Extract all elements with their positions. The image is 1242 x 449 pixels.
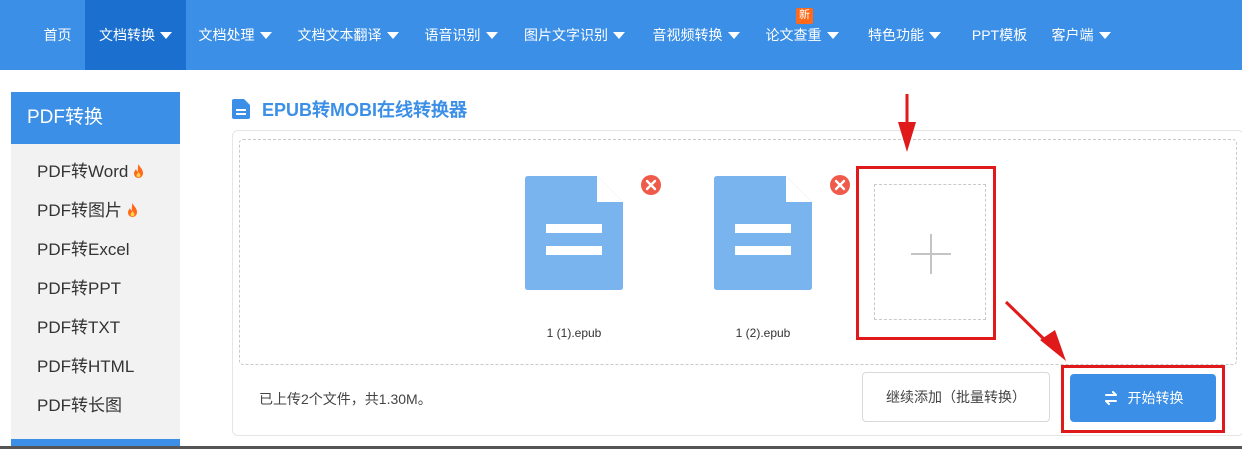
page-title-row: EPUB转MOBI在线转换器	[232, 96, 467, 122]
nav-item-label: 图片文字识别	[524, 27, 608, 43]
flame-icon	[128, 203, 137, 217]
nav-item[interactable]: PPT模板	[958, 0, 1041, 70]
nav-item[interactable]: 首页	[30, 0, 85, 70]
nav-item-label: 音视频转换	[652, 27, 723, 43]
caret-down-icon	[1098, 31, 1111, 39]
dropzone[interactable]: 1 (1).epub 1 (2).epub	[239, 139, 1237, 365]
nav-item[interactable]: 文档文本翻译	[284, 0, 412, 70]
sidebar-item[interactable]: PDF转长图	[11, 386, 180, 425]
continue-add-button[interactable]: 继续添加（批量转换）	[862, 372, 1050, 422]
sidebar-item-label: PDF转PPT	[37, 279, 122, 298]
new-badge: 新	[796, 8, 814, 24]
nav-item[interactable]: 文档转换	[85, 0, 186, 70]
flame-icon	[134, 164, 144, 178]
nav-item-label: PPT模板	[971, 27, 1028, 43]
document-icon	[232, 99, 250, 119]
nav-item[interactable]: 音视频转换	[639, 0, 753, 70]
file-name: 1 (1).epub	[546, 326, 602, 340]
caret-down-icon	[259, 31, 272, 39]
file-name: 1 (2).epub	[735, 326, 791, 340]
nav-item-label: 文档文本翻译	[297, 27, 382, 43]
file-item: 1 (2).epub	[714, 176, 812, 340]
sidebar-list: PDF转Word PDF转图片 PDF转Excel PDF转PPT PDF转TXT PDF…	[11, 144, 180, 425]
nav-item[interactable]: 论文查重 新	[753, 0, 851, 70]
add-file-button[interactable]	[874, 184, 986, 320]
nav-item-label: 语音识别	[424, 27, 481, 43]
caret-down-icon	[826, 31, 839, 39]
nav-item[interactable]: 客户端	[1041, 0, 1121, 70]
sidebar-item[interactable]: PDF转TXT	[11, 308, 180, 347]
caret-down-icon	[485, 31, 498, 39]
sidebar-item-label: PDF转TXT	[37, 318, 121, 337]
sidebar-item[interactable]: PDF转PPT	[11, 269, 180, 308]
caret-down-icon	[160, 31, 172, 39]
start-convert-button[interactable]: 开始转换	[1070, 374, 1216, 422]
nav-item-label: 文档转换	[99, 27, 155, 43]
sidebar-item[interactable]: PDF转Word	[11, 152, 180, 191]
upload-panel: 1 (1).epub 1 (2).epub 已上传2个文件，共1.30M。 继续…	[232, 130, 1242, 436]
swap-icon	[1104, 391, 1117, 405]
start-convert-label: 开始转换	[1127, 390, 1184, 406]
remove-file-icon[interactable]	[829, 174, 851, 196]
nav-item[interactable]: 图片文字识别	[510, 0, 639, 70]
nav-item-label: 客户端	[1051, 27, 1094, 43]
sidebar-item[interactable]: PDF转图片	[11, 191, 180, 230]
caret-down-icon	[613, 31, 625, 39]
sidebar-item-label: PDF转Excel	[37, 240, 130, 259]
sidebar-item-label: PDF转HTML	[37, 357, 135, 376]
nav-item[interactable]: 特色功能	[851, 0, 958, 70]
nav-item-label: 首页	[43, 27, 72, 43]
top-nav: 首页 文档转换 文档处理 文档文本翻译 语音识别 图片文字识别 音视频转换 论文查重 新特色功能…	[0, 0, 1242, 70]
plus-icon	[911, 234, 951, 274]
sidebar-item[interactable]: PDF转HTML	[11, 347, 180, 386]
nav-item[interactable]: 文档处理	[186, 0, 284, 70]
nav-item[interactable]: 语音识别	[412, 0, 510, 70]
nav-item-label: 文档处理	[198, 27, 255, 43]
sidebar: PDF转换 PDF转Word PDF转图片 PDF转Excel PDF转PPT PDF转…	[11, 92, 180, 449]
caret-down-icon	[929, 31, 941, 39]
sidebar-item-label: PDF转长图	[37, 396, 122, 415]
page-title: EPUB转MOBI在线转换器	[262, 100, 468, 120]
nav-item-label: 特色功能	[868, 27, 924, 43]
sidebar-item-label: PDF转Word	[37, 162, 129, 181]
sidebar-item[interactable]: PDF转Excel	[11, 230, 180, 269]
file-icon	[525, 176, 623, 290]
sidebar-title[interactable]: PDF转换	[11, 92, 180, 144]
upload-status: 已上传2个文件，共1.30M。	[259, 391, 432, 407]
caret-down-icon	[727, 31, 740, 39]
nav-item-label: 论文查重	[765, 27, 822, 43]
sidebar-item-label: PDF转图片	[37, 201, 122, 220]
caret-down-icon	[386, 31, 399, 39]
remove-file-icon[interactable]	[640, 174, 662, 196]
file-icon	[714, 176, 812, 290]
file-item: 1 (1).epub	[525, 176, 623, 340]
